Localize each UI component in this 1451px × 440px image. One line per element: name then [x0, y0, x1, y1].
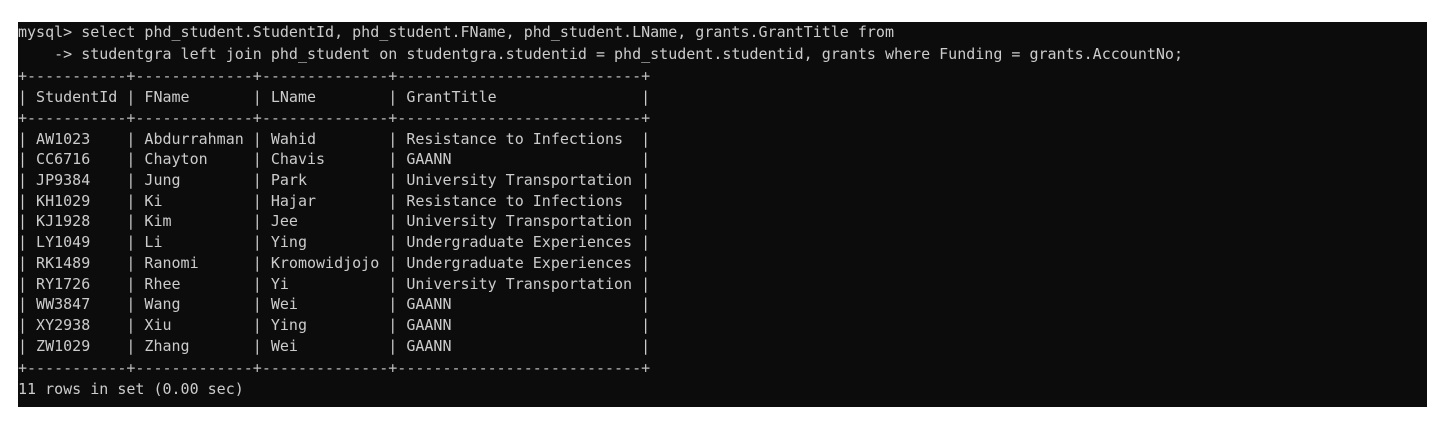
- table-row: | LY1049 | Li | Ying | Undergraduate Exp…: [18, 233, 651, 251]
- table-row: | WW3847 | Wang | Wei | GAANN |: [18, 295, 651, 313]
- table-row: | XY2938 | Xiu | Ying | GAANN |: [18, 316, 651, 334]
- table-header-row: | StudentId | FName | LName | GrantTitle…: [18, 88, 651, 106]
- table-border-header: +-----------+-------------+-------------…: [18, 109, 651, 127]
- table-border-top: +-----------+-------------+-------------…: [18, 67, 651, 85]
- table-row: | RK1489 | Ranomi | Kromowidjojo | Under…: [18, 254, 651, 272]
- table-row: | CC6716 | Chayton | Chavis | GAANN |: [18, 150, 651, 168]
- table-row: | JP9384 | Jung | Park | University Tran…: [18, 171, 651, 189]
- table-row: | KH1029 | Ki | Hajar | Resistance to In…: [18, 192, 651, 210]
- result-summary: 11 rows in set (0.00 sec): [18, 380, 244, 398]
- terminal-window[interactable]: mysql> select phd_student.StudentId, phd…: [18, 22, 1427, 407]
- table-row: | RY1726 | Rhee | Yi | University Transp…: [18, 275, 651, 293]
- table-border-bottom: +-----------+-------------+-------------…: [18, 359, 651, 377]
- table-row: | KJ1928 | Kim | Jee | University Transp…: [18, 212, 651, 230]
- query-line-2: -> studentgra left join phd_student on s…: [18, 45, 1183, 63]
- table-row: | ZW1029 | Zhang | Wei | GAANN |: [18, 337, 651, 355]
- query-line-1: mysql> select phd_student.StudentId, phd…: [18, 23, 894, 41]
- table-row: | AW1023 | Abdurrahman | Wahid | Resista…: [18, 130, 651, 148]
